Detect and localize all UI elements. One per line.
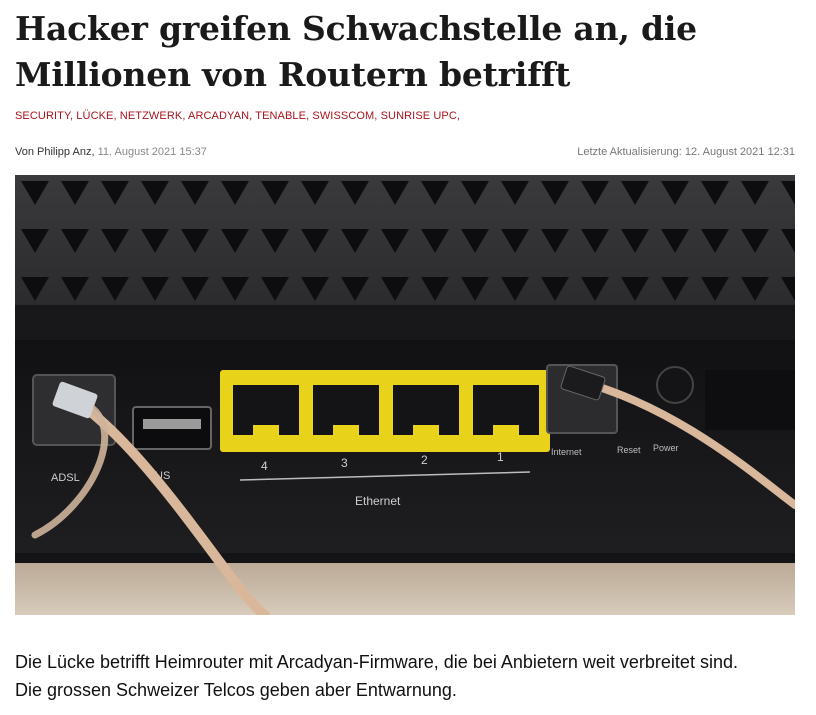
article-lede: Die Lücke betrifft Heimrouter mit Arcady… bbox=[15, 652, 738, 700]
adsl-label: ADSL bbox=[51, 472, 80, 484]
article-tags[interactable]: SECURITY, LÜCKE, NETZWERK, ARCADYAN, TEN… bbox=[15, 110, 805, 122]
updated-date: 12. August 2021 12:31 bbox=[684, 146, 795, 158]
publish-date: 11. August 2021 15:37 bbox=[97, 146, 207, 158]
article-meta: Von Philipp Anz, 11. August 2021 15:37 L… bbox=[15, 146, 795, 158]
ethernet-label: Ethernet bbox=[355, 494, 401, 508]
hero-image: 4 3 2 1 Ethernet ADSL US Internet Reset … bbox=[15, 175, 795, 615]
update-info: Letzte Aktualisierung: 12. August 2021 1… bbox=[577, 146, 795, 158]
router-photo: 4 3 2 1 Ethernet ADSL US Internet Reset … bbox=[15, 175, 795, 615]
port-label-1: 1 bbox=[497, 450, 504, 464]
article-headline: Hacker greifen Schwachstelle an, die Mil… bbox=[15, 9, 697, 94]
power-label: Power bbox=[653, 443, 679, 453]
byline: Von Philipp Anz, 11. August 2021 15:37 bbox=[15, 146, 207, 158]
reset-label: Reset bbox=[617, 445, 641, 455]
author-name[interactable]: Von Philipp Anz, bbox=[15, 146, 95, 158]
port-label-2: 2 bbox=[421, 453, 428, 467]
port-label-3: 3 bbox=[341, 456, 348, 470]
tag-list[interactable]: SECURITY, LÜCKE, NETZWERK, ARCADYAN, TEN… bbox=[15, 110, 460, 122]
updated-label: Letzte Aktualisierung: bbox=[577, 146, 682, 158]
internet-label: Internet bbox=[551, 447, 582, 457]
port-label-4: 4 bbox=[261, 459, 268, 473]
